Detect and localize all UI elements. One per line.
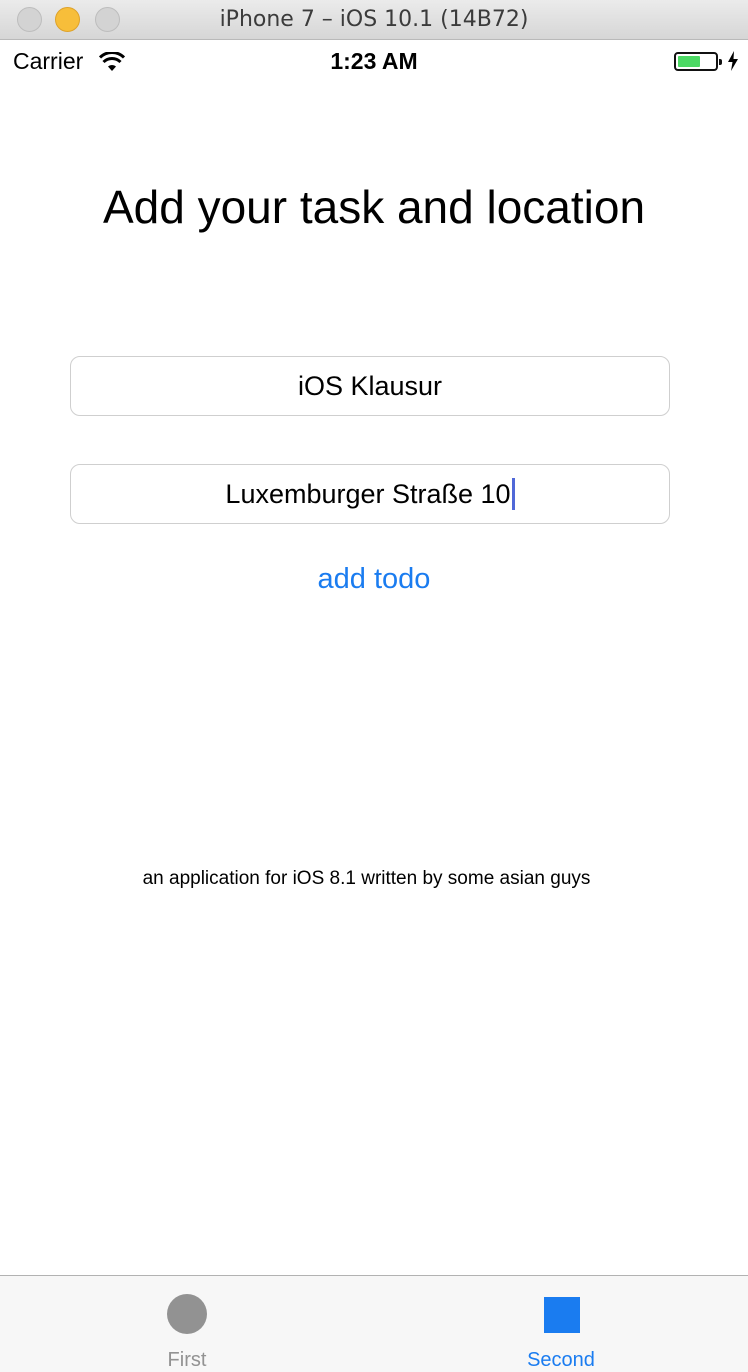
page-title: Add your task and location [102,181,646,233]
simulator-title-bar: iPhone 7 – iOS 10.1 (14B72) [0,0,748,40]
window-title: iPhone 7 – iOS 10.1 (14B72) [219,7,529,32]
credits-note: an application for iOS 8.1 written by so… [142,868,591,889]
circle-icon [167,1294,207,1334]
tab-bar: First Second [0,1275,748,1372]
tab-second-label: Second [527,1349,595,1371]
battery-level-fill [678,56,700,67]
tab-second[interactable]: Second [374,1276,748,1372]
task-input[interactable]: iOS Klausur [70,356,670,416]
task-input-value: iOS Klausur [297,370,443,401]
status-bar: Carrier 1:23 AM [0,40,748,84]
tab-first-label: First [167,1349,207,1371]
text-cursor [511,478,515,510]
charging-bolt-icon [728,51,738,71]
status-time: 1:23 AM [330,48,418,74]
tab-first[interactable]: First [0,1276,374,1372]
location-input[interactable]: Luxemburger Straße 10 [70,464,670,524]
battery-icon [674,52,722,71]
square-icon [544,1297,580,1333]
location-input-value: Luxemburger Straße 10 [225,478,511,509]
add-todo-button[interactable]: add todo [0,563,748,596]
